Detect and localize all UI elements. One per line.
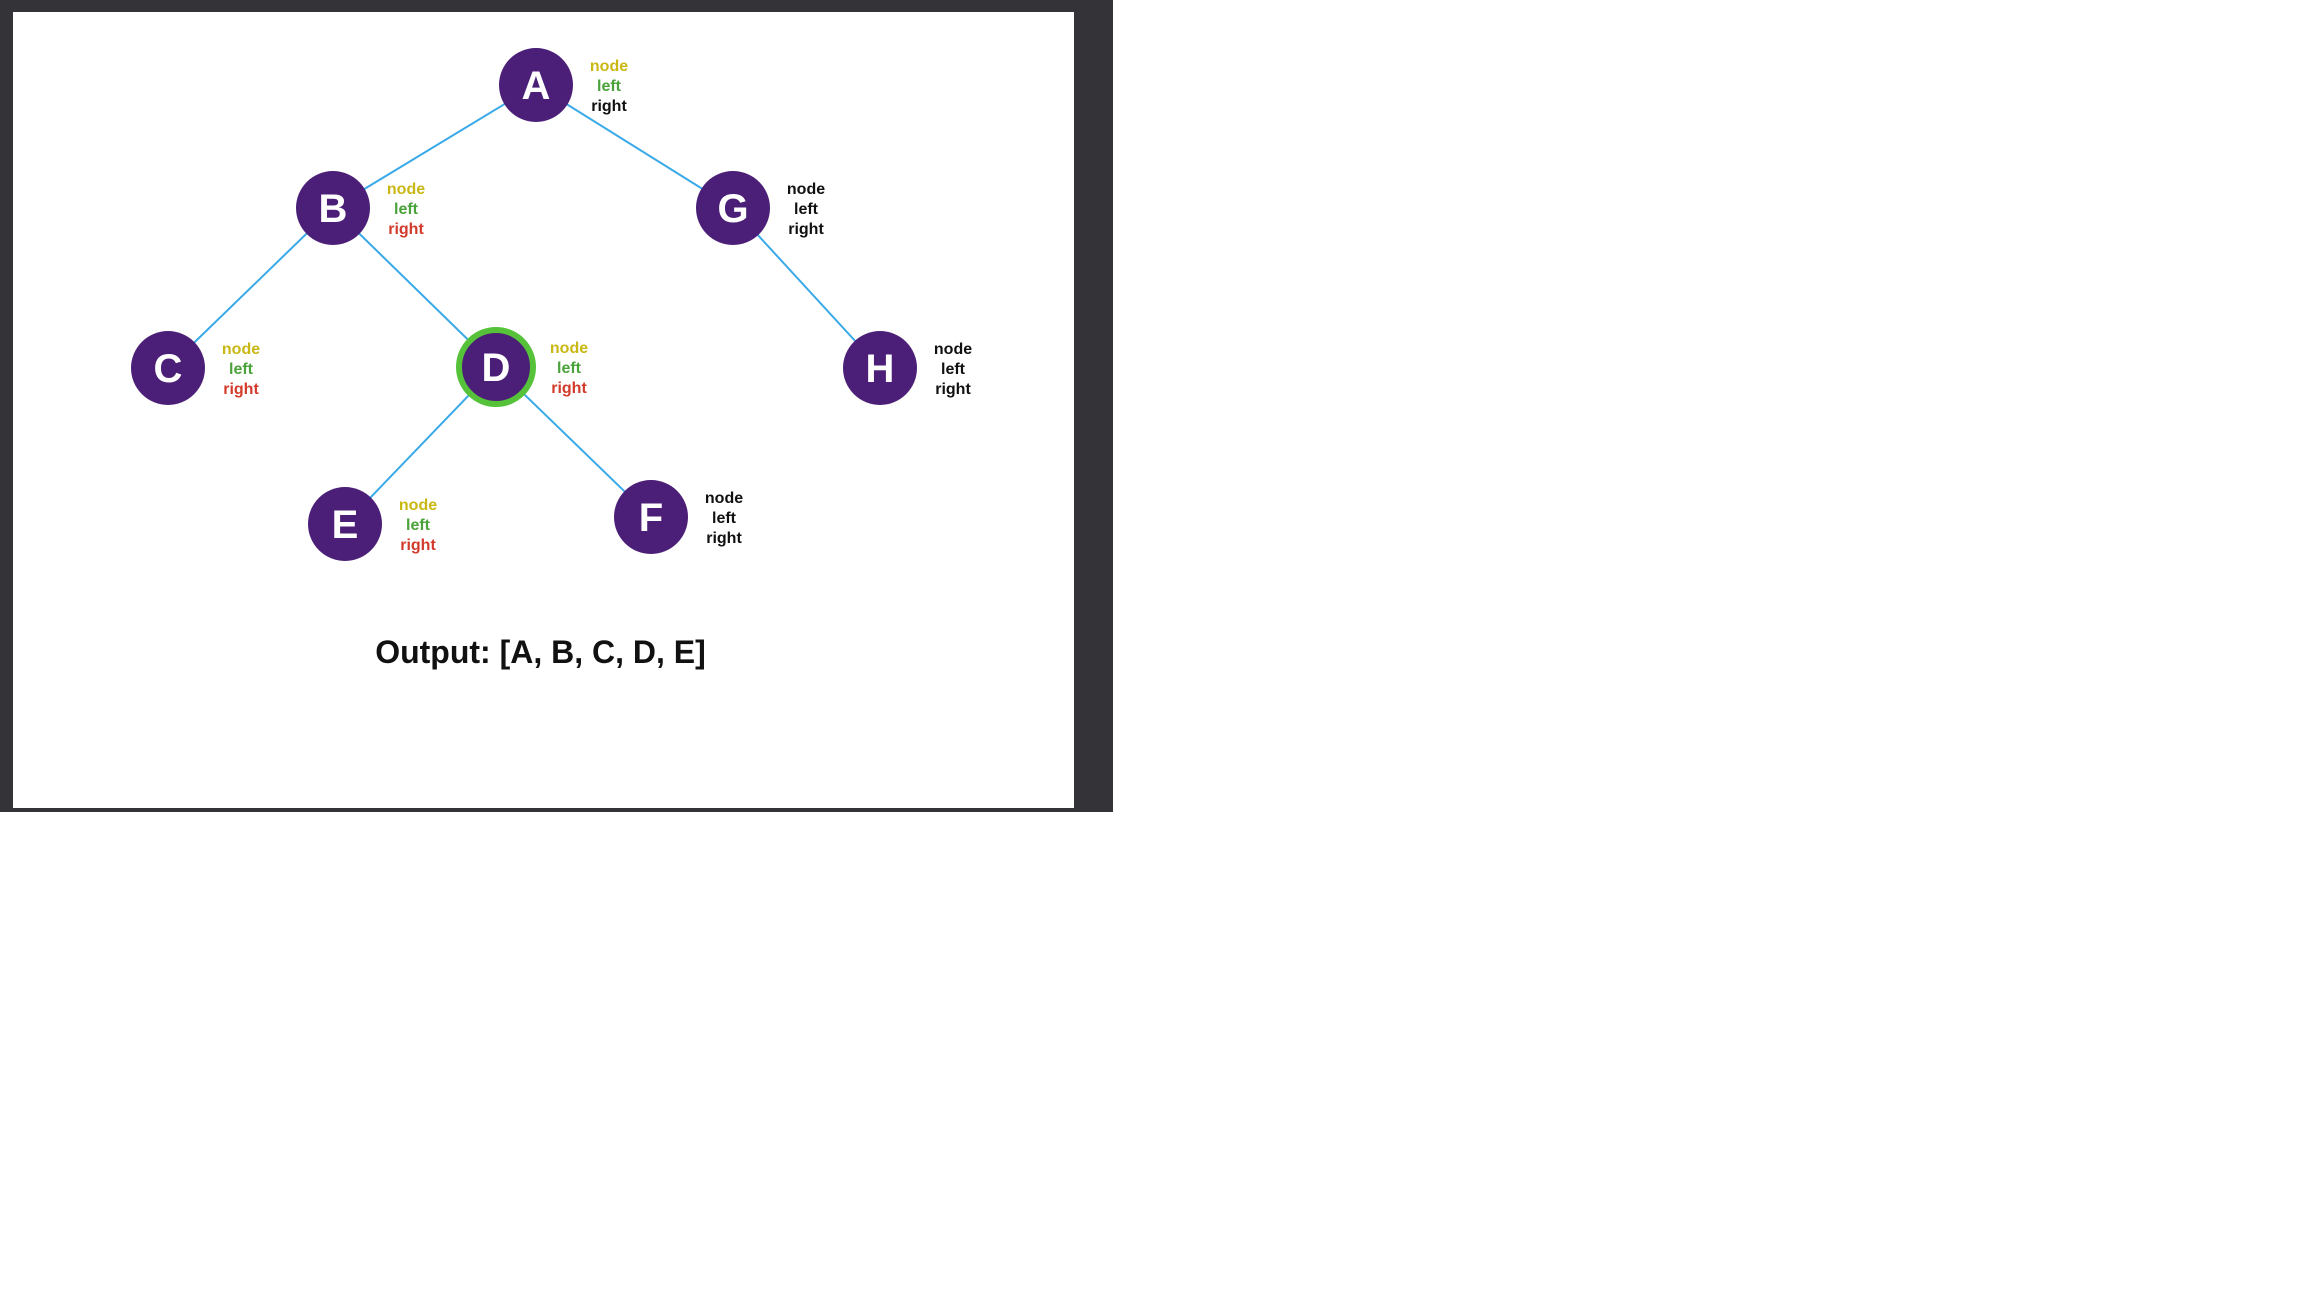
node-g-node-tag: node bbox=[787, 181, 825, 198]
node-d-right-tag: right bbox=[551, 380, 587, 397]
node-label-g: G bbox=[717, 187, 748, 231]
tree-edges bbox=[167, 84, 881, 525]
node-f-right-tag: right bbox=[706, 530, 742, 547]
node-h-left-tag: left bbox=[941, 361, 966, 378]
node-a-right-tag: right bbox=[591, 98, 627, 115]
node-c-right-tag: right bbox=[223, 381, 259, 398]
slide-viewer-frame: Anode left right Bnode left right Gnode left rig… bbox=[0, 0, 1113, 812]
node-label-e: E bbox=[332, 503, 359, 547]
node-label-b: B bbox=[319, 187, 348, 231]
node-d-node-tag: node bbox=[550, 340, 588, 357]
node-c-left-tag: left bbox=[229, 361, 254, 378]
node-label-d: D bbox=[482, 346, 511, 390]
node-f-node-tag: node bbox=[705, 490, 743, 507]
tree-node-g: Gnode left right bbox=[696, 171, 825, 245]
tree-node-h: Hnode left right bbox=[843, 331, 972, 405]
tree-nodes: Anode left right B node left right Gnode left rig… bbox=[131, 48, 972, 561]
binary-tree-diagram: Anode left right B node left right Gnode left rig… bbox=[131, 48, 972, 561]
tree-node-a: Anode left right bbox=[499, 48, 628, 122]
node-g-left-tag: left bbox=[794, 201, 819, 218]
node-label-h: H bbox=[866, 347, 895, 391]
node-a-node-tag: node bbox=[590, 58, 628, 75]
tree-node-f: Fnode left right bbox=[614, 480, 743, 554]
node-b-node-tag: node bbox=[387, 181, 425, 198]
node-b-right-tag: right bbox=[388, 221, 424, 238]
traversal-output: Output: [A, B, C, D, E] bbox=[375, 634, 706, 670]
node-h-right-tag: right bbox=[935, 381, 971, 398]
tree-node-d: Dnode left right bbox=[456, 327, 588, 407]
node-e-left-tag: left bbox=[406, 517, 431, 534]
node-a-left-tag: left bbox=[597, 78, 622, 95]
node-f-left-tag: left bbox=[712, 510, 737, 527]
node-h-node-tag: node bbox=[934, 341, 972, 358]
node-e-node-tag: node bbox=[399, 497, 437, 514]
node-g-right-tag: right bbox=[788, 221, 824, 238]
node-label-f: F bbox=[639, 496, 663, 540]
node-label-c: C bbox=[154, 347, 183, 391]
node-label-a: A bbox=[522, 64, 551, 108]
node-b-left-tag: left bbox=[394, 201, 419, 218]
node-d-left-tag: left bbox=[557, 360, 582, 377]
slide: Anode left right Bnode left right Gnode left rig… bbox=[13, 12, 1074, 808]
tree-node-e: Enode left right bbox=[308, 487, 437, 561]
node-e-right-tag: right bbox=[400, 537, 436, 554]
node-c-node-tag: node bbox=[222, 341, 260, 358]
